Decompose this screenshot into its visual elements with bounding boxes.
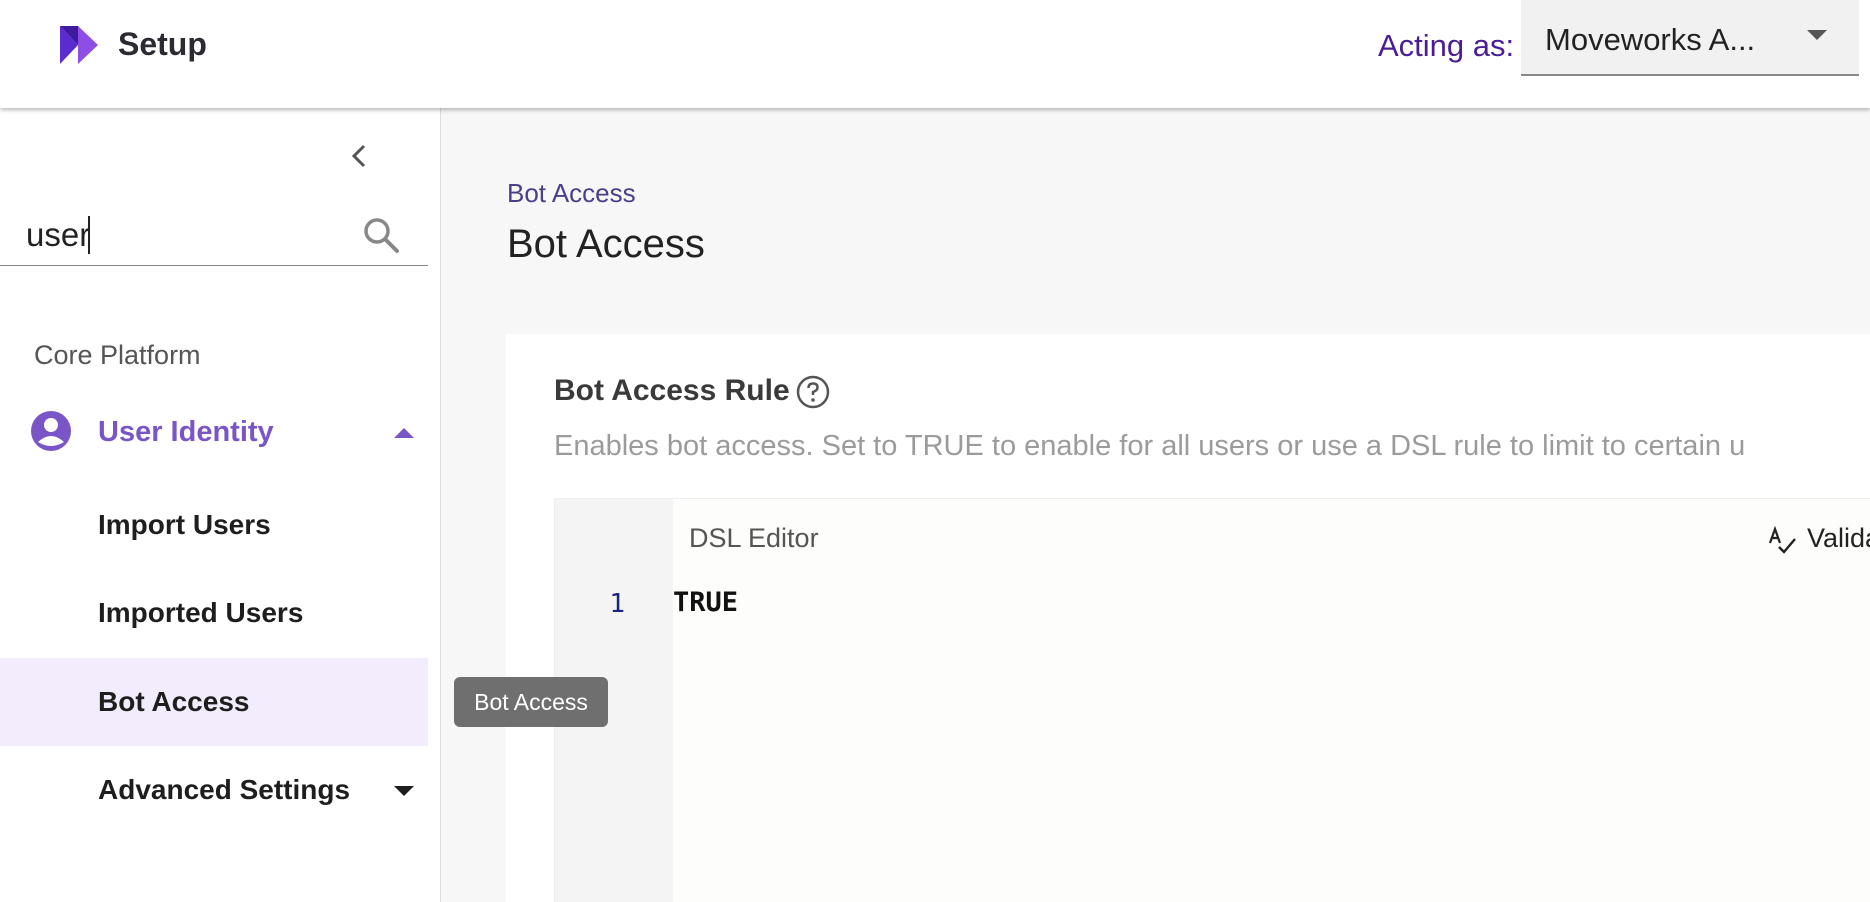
chevron-up-icon <box>394 428 414 438</box>
chevron-down-icon <box>1807 30 1827 40</box>
tooltip: Bot Access <box>454 677 608 727</box>
sidebar-item-label: User Identity <box>98 416 274 448</box>
bot-access-rule-card: Bot Access Rule Enables bot access. Set … <box>506 334 1870 902</box>
section-label-core-platform: Core Platform <box>34 340 201 370</box>
breadcrumb[interactable]: Bot Access <box>507 178 636 209</box>
validate-label: Valida <box>1807 523 1870 553</box>
line-number: 1 <box>609 589 625 619</box>
help-icon[interactable] <box>796 375 830 409</box>
rule-description: Enables bot access. Set to TRUE to enabl… <box>554 430 1746 462</box>
page-title: Bot Access <box>507 222 705 266</box>
search-input[interactable] <box>26 212 346 258</box>
sidebar-search <box>0 208 428 266</box>
acting-as-select[interactable]: Moveworks A... <box>1521 0 1859 76</box>
sidebar-item-user-identity[interactable]: User Identity <box>0 404 428 466</box>
sidebar-item-label: Bot Access <box>98 686 250 717</box>
spellcheck-icon <box>1768 525 1796 554</box>
moveworks-logo-icon[interactable] <box>58 24 100 66</box>
sidebar-item-label: Imported Users <box>98 597 304 628</box>
sidebar-item-bot-access[interactable]: Bot Access <box>0 658 428 746</box>
acting-as-value: Moveworks A... <box>1545 22 1756 57</box>
search-icon[interactable] <box>360 214 402 256</box>
text-cursor <box>88 216 90 254</box>
app-title: Setup <box>118 26 207 62</box>
sidebar-item-label: Advanced Settings <box>98 774 351 805</box>
sidebar-item-import-users[interactable]: Import Users <box>0 481 428 569</box>
editor-header: DSL Editor <box>689 523 819 553</box>
top-bar: Setup Acting as: Moveworks A... <box>0 0 1870 108</box>
rule-title: Bot Access Rule <box>554 374 790 407</box>
acting-as-label: Acting as: <box>1378 28 1515 63</box>
chevron-left-icon[interactable] <box>344 140 376 172</box>
sidebar: Core Platform User Identity Import Users… <box>0 108 441 902</box>
sidebar-item-advanced-settings[interactable]: Advanced Settings <box>0 746 428 834</box>
code-line[interactable]: TRUE <box>673 587 738 618</box>
dsl-editor[interactable]: 1 DSL Editor Valida TRUE <box>554 498 1870 902</box>
sidebar-item-label: Import Users <box>98 509 271 540</box>
sidebar-item-imported-users[interactable]: Imported Users <box>0 569 428 657</box>
user-circle-icon <box>31 411 71 451</box>
chevron-down-icon <box>394 786 414 796</box>
